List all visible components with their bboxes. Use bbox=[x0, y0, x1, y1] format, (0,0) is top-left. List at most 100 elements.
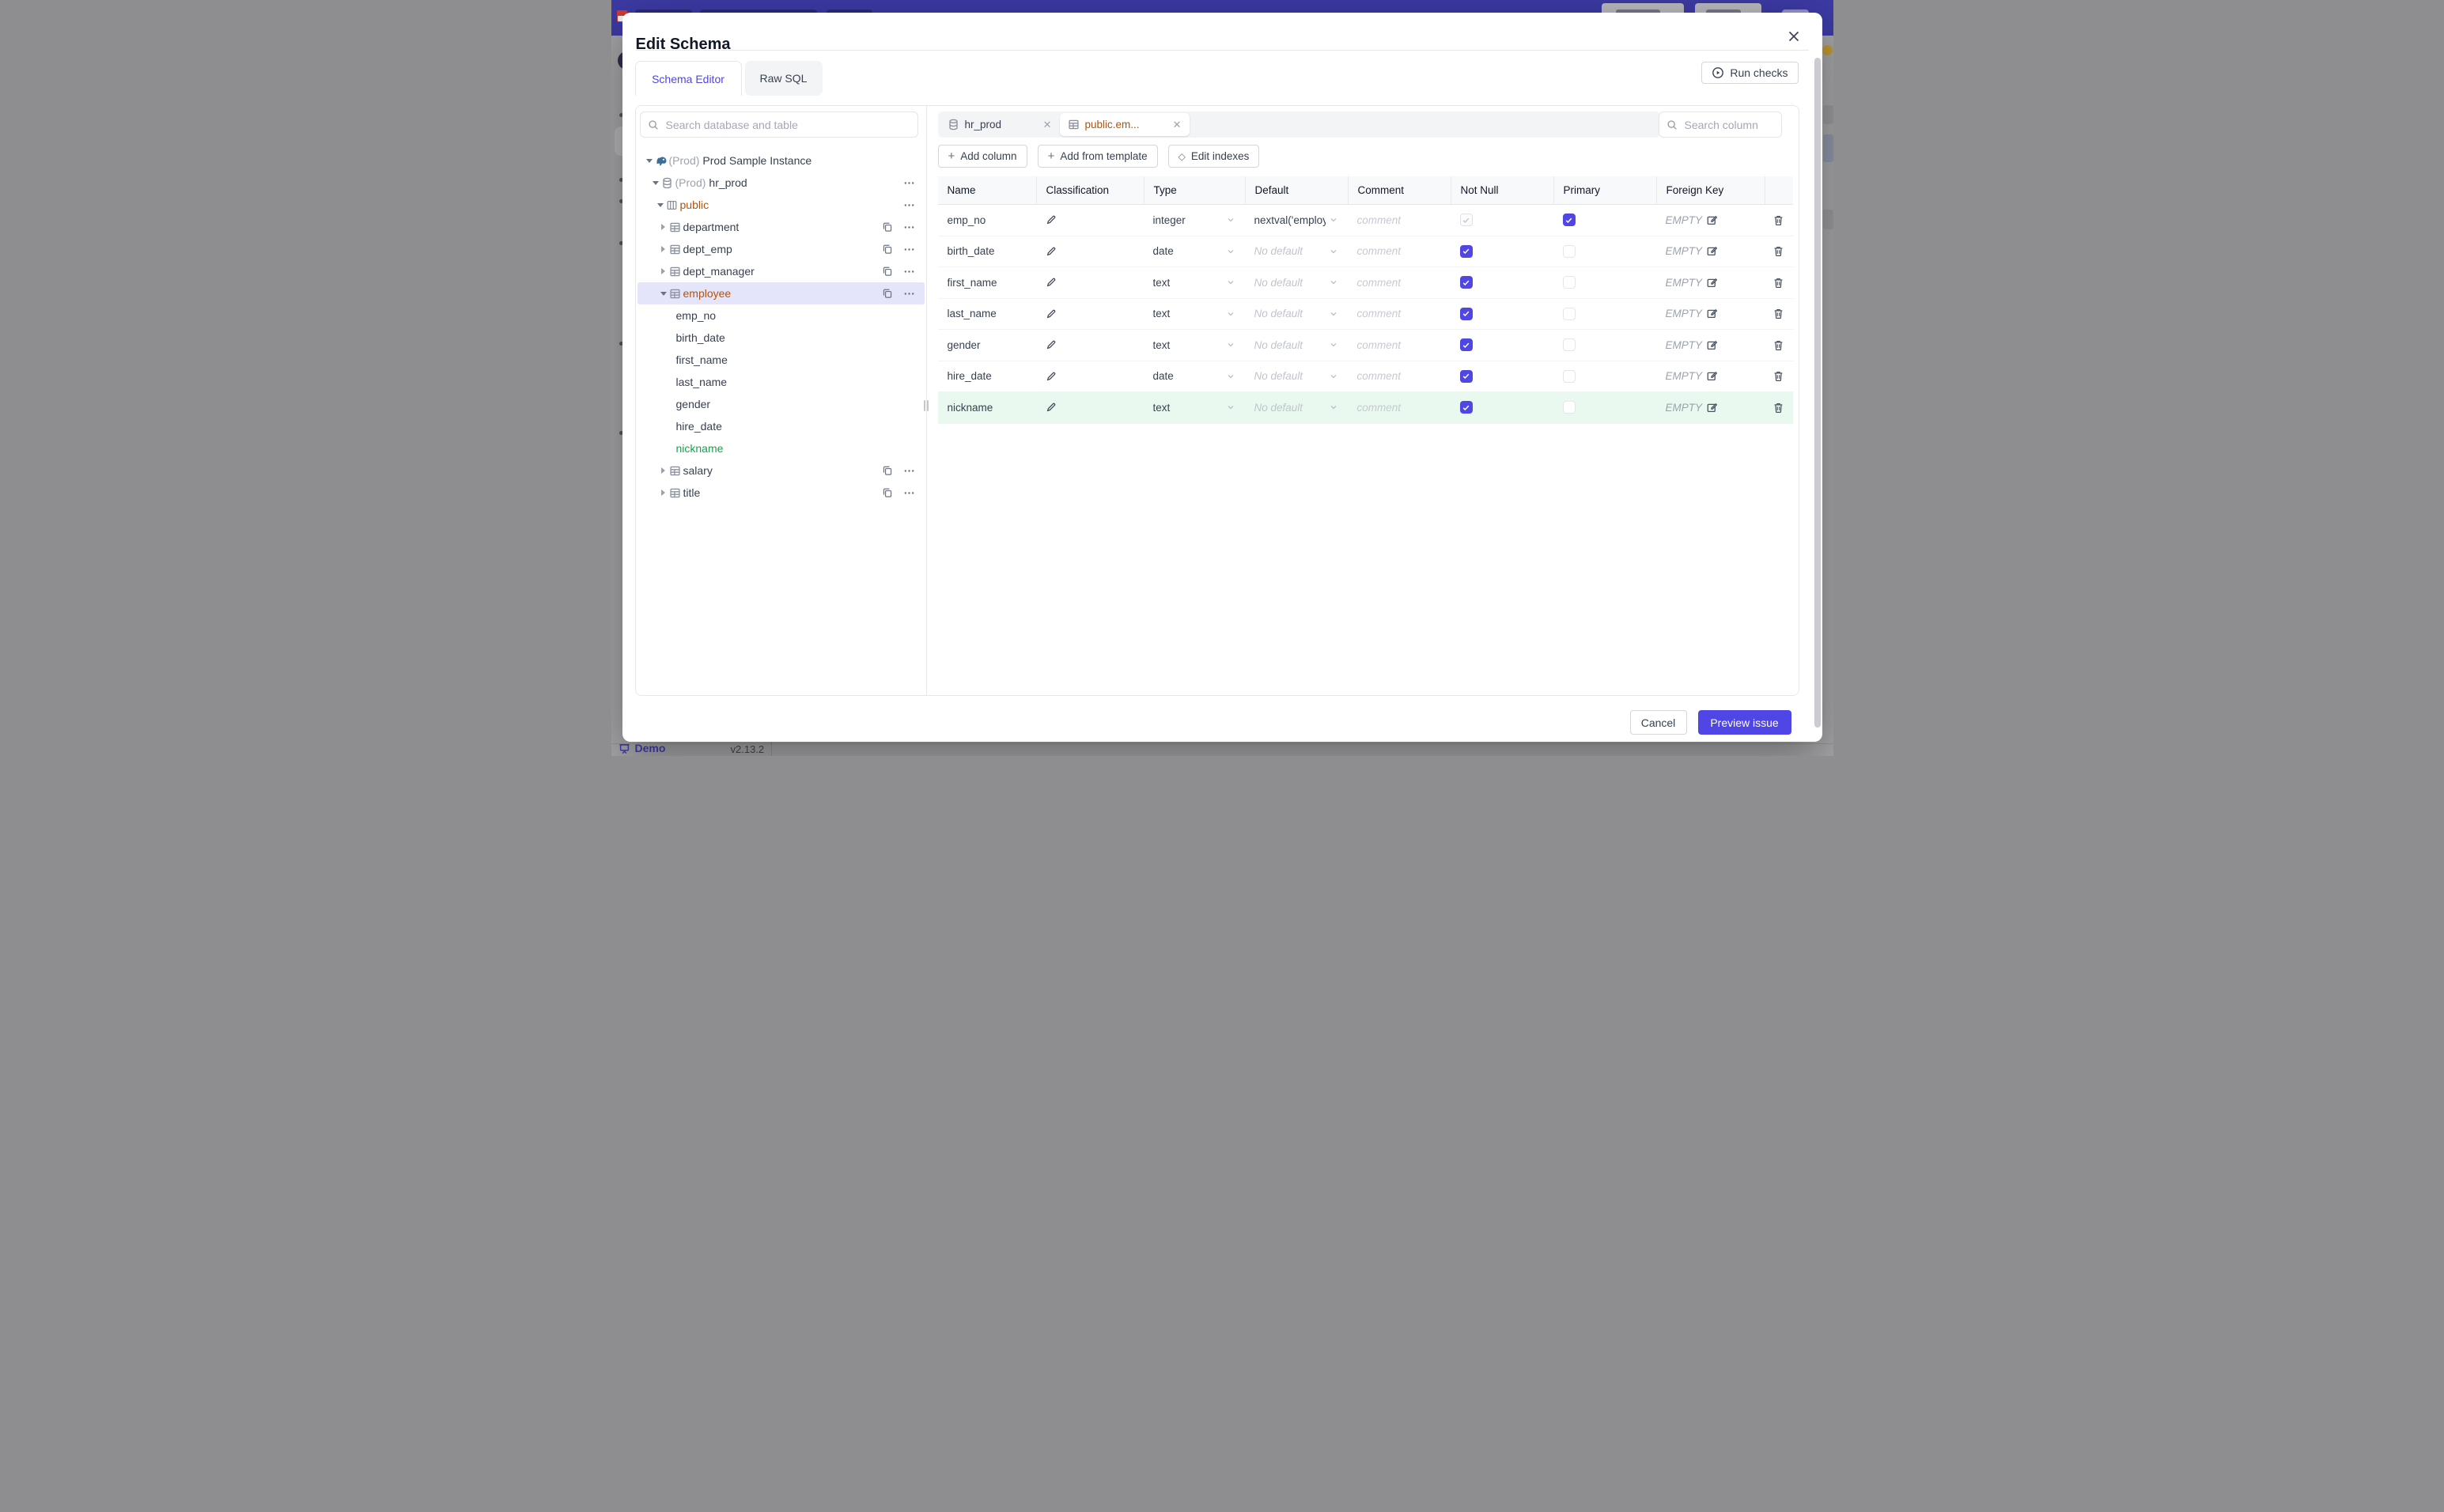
edit-classification-icon[interactable] bbox=[1046, 277, 1057, 288]
type-cell[interactable]: text bbox=[1144, 267, 1245, 298]
comment-cell[interactable]: comment bbox=[1348, 236, 1451, 267]
default-cell[interactable]: nextval('employ bbox=[1245, 205, 1348, 236]
database-search[interactable] bbox=[639, 112, 918, 138]
tree-item-employee[interactable]: employee bbox=[637, 282, 925, 304]
caret-icon[interactable] bbox=[658, 467, 669, 474]
type-cell[interactable]: text bbox=[1144, 330, 1245, 361]
not-null-checkbox[interactable] bbox=[1459, 276, 1473, 289]
copy-icon[interactable] bbox=[882, 487, 893, 498]
close-tab-icon[interactable]: ✕ bbox=[1043, 119, 1052, 131]
tree-item-first_name[interactable]: first_name bbox=[637, 349, 925, 371]
delete-column-icon[interactable] bbox=[1772, 308, 1784, 319]
type-cell[interactable]: integer bbox=[1144, 205, 1245, 236]
copy-icon[interactable] bbox=[882, 244, 893, 255]
type-cell[interactable]: text bbox=[1144, 392, 1245, 423]
more-options-icon[interactable] bbox=[903, 177, 915, 189]
caret-icon[interactable] bbox=[644, 158, 655, 163]
type-cell[interactable]: text bbox=[1144, 299, 1245, 330]
caret-icon[interactable] bbox=[658, 490, 669, 496]
edit-foreign-key-icon[interactable] bbox=[1706, 308, 1718, 319]
tree-item-title[interactable]: title bbox=[637, 482, 925, 504]
primary-checkbox[interactable] bbox=[1562, 338, 1576, 352]
modal-scrollbar[interactable] bbox=[1814, 58, 1821, 728]
primary-checkbox[interactable] bbox=[1562, 401, 1576, 414]
edit-classification-icon[interactable] bbox=[1046, 402, 1057, 413]
edit-classification-icon[interactable] bbox=[1046, 246, 1057, 257]
tree-item-hire_date[interactable]: hire_date bbox=[637, 415, 925, 437]
pane-resize-handle[interactable] bbox=[923, 400, 929, 411]
more-options-icon[interactable] bbox=[903, 199, 915, 211]
primary-checkbox[interactable] bbox=[1562, 244, 1576, 258]
type-cell[interactable]: date bbox=[1144, 236, 1245, 267]
tree-item-last_name[interactable]: last_name bbox=[637, 371, 925, 393]
caret-icon[interactable] bbox=[655, 202, 666, 207]
more-options-icon[interactable] bbox=[903, 221, 915, 233]
tree-item-hr_prod[interactable]: (Prod) hr_prod bbox=[637, 172, 925, 194]
tree-item-department[interactable]: department bbox=[637, 216, 925, 238]
primary-checkbox[interactable] bbox=[1562, 276, 1576, 289]
delete-column-icon[interactable] bbox=[1772, 402, 1784, 414]
demo-link[interactable]: Demo bbox=[619, 742, 665, 754]
copy-icon[interactable] bbox=[882, 465, 893, 476]
delete-column-icon[interactable] bbox=[1772, 214, 1784, 226]
tab-chip-public-employee[interactable]: public.em... ✕ bbox=[1059, 113, 1190, 136]
cancel-button[interactable]: Cancel bbox=[1629, 710, 1687, 735]
comment-cell[interactable]: comment bbox=[1348, 205, 1451, 236]
caret-icon[interactable] bbox=[658, 268, 669, 274]
not-null-checkbox[interactable] bbox=[1459, 214, 1473, 227]
caret-icon[interactable] bbox=[650, 180, 661, 185]
not-null-checkbox[interactable] bbox=[1459, 244, 1473, 258]
default-cell[interactable]: No default bbox=[1245, 236, 1348, 267]
edit-classification-icon[interactable] bbox=[1046, 339, 1057, 350]
edit-foreign-key-icon[interactable] bbox=[1706, 277, 1718, 289]
edit-indexes-button[interactable]: ◇ Edit indexes bbox=[1167, 145, 1260, 168]
delete-column-icon[interactable] bbox=[1772, 245, 1784, 257]
column-name-cell[interactable]: birth_date bbox=[938, 236, 1036, 267]
database-search-input[interactable] bbox=[664, 117, 910, 132]
edit-foreign-key-icon[interactable] bbox=[1706, 339, 1718, 351]
more-options-icon[interactable] bbox=[903, 487, 915, 499]
run-checks-button[interactable]: Run checks bbox=[1701, 62, 1799, 84]
delete-column-icon[interactable] bbox=[1772, 339, 1784, 351]
delete-column-icon[interactable] bbox=[1772, 277, 1784, 289]
comment-cell[interactable]: comment bbox=[1348, 361, 1451, 392]
edit-foreign-key-icon[interactable] bbox=[1706, 370, 1718, 382]
comment-cell[interactable]: comment bbox=[1348, 267, 1451, 298]
column-search[interactable] bbox=[1658, 112, 1782, 138]
default-cell[interactable]: No default bbox=[1245, 361, 1348, 392]
more-options-icon[interactable] bbox=[903, 465, 915, 477]
edit-classification-icon[interactable] bbox=[1046, 214, 1057, 225]
comment-cell[interactable]: comment bbox=[1348, 392, 1451, 423]
tree-item-salary[interactable]: salary bbox=[637, 459, 925, 482]
not-null-checkbox[interactable] bbox=[1459, 369, 1473, 383]
more-options-icon[interactable] bbox=[903, 266, 915, 278]
tree-item-gender[interactable]: gender bbox=[637, 393, 925, 415]
default-cell[interactable]: No default bbox=[1245, 330, 1348, 361]
tab-chip-hr-prod[interactable]: hr_prod ✕ bbox=[940, 119, 1060, 131]
edit-foreign-key-icon[interactable] bbox=[1706, 214, 1718, 226]
primary-checkbox[interactable] bbox=[1562, 369, 1576, 383]
primary-checkbox[interactable] bbox=[1562, 307, 1576, 320]
tree-item-public[interactable]: public bbox=[637, 194, 925, 216]
tab-schema-editor[interactable]: Schema Editor bbox=[634, 61, 742, 96]
primary-checkbox[interactable] bbox=[1562, 214, 1576, 227]
close-tab-icon[interactable]: ✕ bbox=[1173, 119, 1182, 131]
comment-cell[interactable]: comment bbox=[1348, 330, 1451, 361]
delete-column-icon[interactable] bbox=[1772, 370, 1784, 382]
caret-icon[interactable] bbox=[658, 224, 669, 230]
add-column-button[interactable]: + Add column bbox=[937, 145, 1027, 168]
copy-icon[interactable] bbox=[882, 288, 893, 299]
column-name-cell[interactable]: hire_date bbox=[938, 361, 1036, 392]
column-search-input[interactable] bbox=[1682, 117, 1774, 132]
column-name-cell[interactable]: nickname bbox=[938, 392, 1036, 423]
not-null-checkbox[interactable] bbox=[1459, 307, 1473, 320]
type-cell[interactable]: date bbox=[1144, 361, 1245, 392]
caret-icon[interactable] bbox=[658, 246, 669, 252]
add-from-template-button[interactable]: + Add from template bbox=[1037, 145, 1158, 168]
default-cell[interactable]: No default bbox=[1245, 299, 1348, 330]
more-options-icon[interactable] bbox=[903, 288, 915, 300]
tree-item-birth_date[interactable]: birth_date bbox=[637, 327, 925, 349]
more-options-icon[interactable] bbox=[903, 244, 915, 255]
column-name-cell[interactable]: last_name bbox=[938, 299, 1036, 330]
column-name-cell[interactable]: first_name bbox=[938, 267, 1036, 298]
